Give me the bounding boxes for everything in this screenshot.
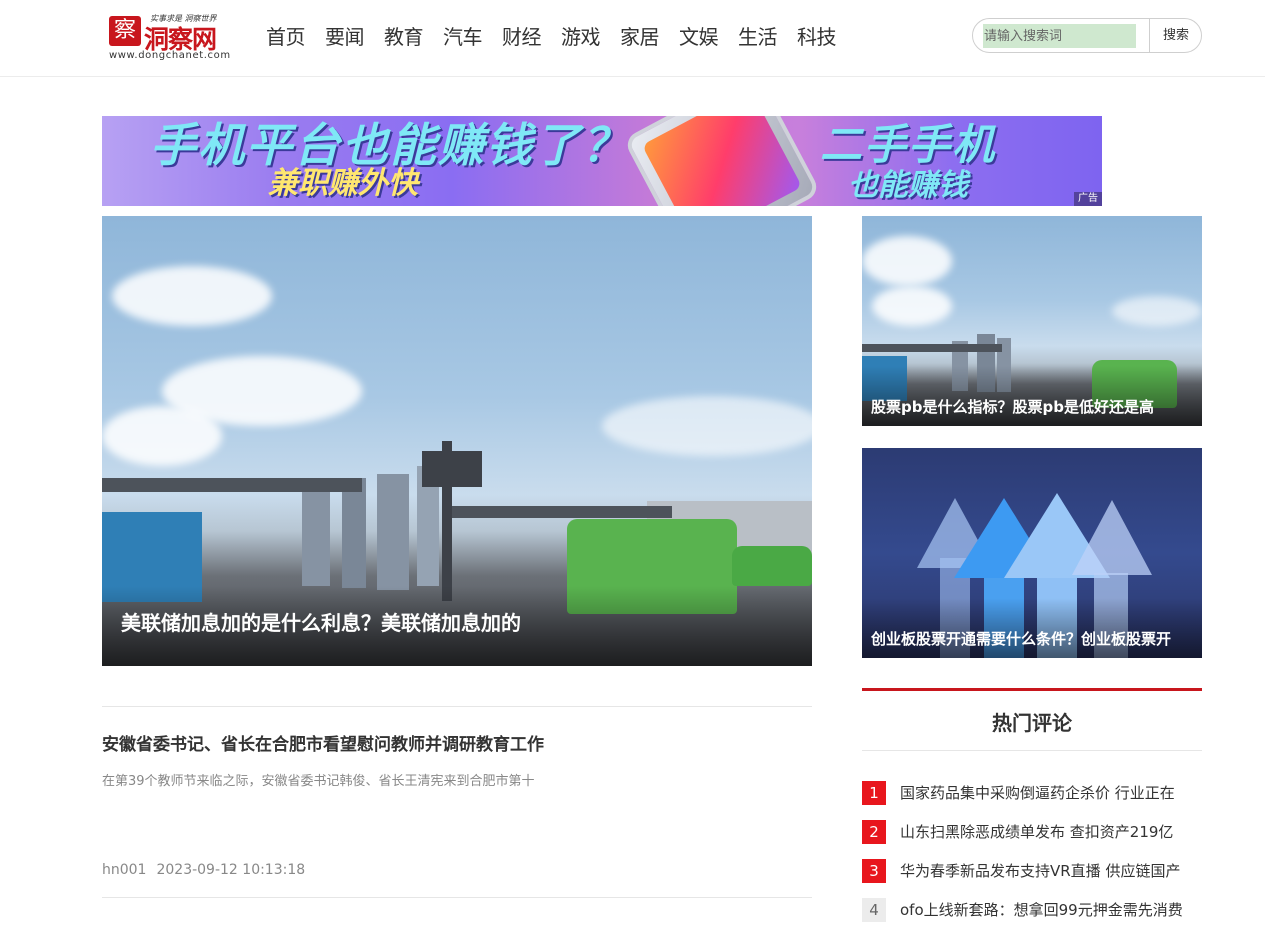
rank-badge: 2 [862, 820, 886, 844]
side-story-1[interactable]: 股票pb是什么指标？股票pb是低好还是高 [862, 216, 1202, 426]
site-header: 察 实事求是 洞察世界 洞察网 www.dongchanet.com 首页 要闻… [0, 0, 1265, 77]
hot-comments-panel: 热门评论 1 国家药品集中采购倒逼药企杀价 行业正在 2 山东扫黑除恶成绩单发布 查… [862, 688, 1202, 937]
nav-item-games[interactable]: 游戏 [561, 24, 601, 50]
cloud [602, 396, 812, 456]
main-nav: 首页 要闻 教育 汽车 财经 游戏 家居 文娱 生活 科技 [266, 24, 856, 50]
bus-shelter-roof [442, 506, 672, 518]
search-input[interactable] [983, 24, 1136, 48]
search-button[interactable]: 搜索 [1149, 19, 1201, 52]
caption-overlay [862, 366, 1202, 426]
hot-comments-list: 1 国家药品集中采购倒逼药企杀价 行业正在 2 山东扫黑除恶成绩单发布 查扣资产21… [862, 781, 1202, 937]
ad-headline-right: 二手手机 [820, 120, 997, 169]
sign-board [422, 451, 482, 487]
rank-badge: 4 [862, 898, 886, 922]
ad-subline-right: 也能赚钱 [848, 168, 968, 203]
featured-story[interactable]: 美联储加息加的是什么利息？美联储加息加的 [102, 216, 812, 666]
ad-banner[interactable]: 手机平台也能赚钱了？ 兼职赚外快 二手手机 也能赚钱 广告 [102, 116, 1102, 206]
cloud [102, 406, 222, 466]
featured-caption: 美联储加息加的是什么利息？美联储加息加的 [121, 611, 521, 635]
caption-overlay [862, 598, 1202, 658]
divider [102, 897, 812, 898]
rank-badge: 1 [862, 781, 886, 805]
nav-item-home-living[interactable]: 家居 [620, 24, 660, 50]
ad-tag: 广告 [1074, 192, 1102, 206]
building [377, 474, 409, 590]
logo-url: www.dongchanet.com [109, 50, 231, 61]
article-author[interactable]: hn001 [102, 862, 146, 878]
nav-item-education[interactable]: 教育 [384, 24, 424, 50]
bus [732, 546, 812, 586]
list-item-text[interactable]: ofo上线新套路：想拿回99元押金需先消费 [900, 898, 1183, 922]
side-caption-1: 股票pb是什么指标？股票pb是低好还是高 [871, 398, 1154, 416]
rank-badge: 3 [862, 859, 886, 883]
list-item[interactable]: 1 国家药品集中采购倒逼药企杀价 行业正在 [862, 781, 1202, 820]
nav-item-tech[interactable]: 科技 [797, 24, 837, 50]
ad-headline: 手机平台也能赚钱了？ [150, 118, 630, 172]
nav-item-entertainment[interactable]: 文娱 [679, 24, 719, 50]
side-story-2[interactable]: 创业板股票开通需要什么条件？创业板股票开 [862, 448, 1202, 658]
article-meta: hn001 2023-09-12 10:13:18 [102, 860, 315, 880]
search-box: 搜索 [972, 18, 1202, 53]
article-title[interactable]: 安徽省委书记、省长在合肥市看望慰问教师并调研教育工作 [102, 733, 544, 757]
building [302, 486, 330, 586]
list-item[interactable]: 3 华为春季新品发布支持VR直播 供应链国产 [862, 859, 1202, 898]
building [342, 478, 366, 588]
article-time: 2023-09-12 10:13:18 [156, 862, 306, 878]
nav-item-auto[interactable]: 汽车 [443, 24, 483, 50]
bus-shelter-roof [862, 344, 1002, 352]
arrow-up-icon [1072, 500, 1152, 575]
nav-item-life[interactable]: 生活 [738, 24, 778, 50]
list-item-text[interactable]: 华为春季新品发布支持VR直播 供应链国产 [900, 859, 1180, 883]
cloud [862, 236, 952, 286]
article-summary: 在第39个教师节来临之际，安徽省委书记韩俊、省长王清宪来到合肥市第十 [102, 774, 535, 789]
phone-image [622, 116, 822, 206]
cloud [1112, 296, 1202, 326]
site-logo[interactable]: 察 实事求是 洞察世界 洞察网 www.dongchanet.com [108, 14, 232, 62]
list-item[interactable]: 4 ofo上线新套路：想拿回99元押金需先消费 [862, 898, 1202, 937]
nav-item-finance[interactable]: 财经 [502, 24, 542, 50]
logo-seal: 察 [109, 16, 141, 46]
list-item[interactable]: 2 山东扫黑除恶成绩单发布 查扣资产219亿 [862, 820, 1202, 859]
list-item-text[interactable]: 山东扫黑除恶成绩单发布 查扣资产219亿 [900, 820, 1173, 844]
bus-shelter-roof [102, 478, 362, 492]
cloud [872, 286, 952, 326]
ad-subline: 兼职赚外快 [268, 166, 418, 201]
side-caption-2: 创业板股票开通需要什么条件？创业板股票开 [871, 630, 1172, 648]
logo-slogan: 实事求是 洞察世界 [150, 14, 217, 23]
nav-item-home[interactable]: 首页 [266, 24, 306, 50]
list-item-text[interactable]: 国家药品集中采购倒逼药企杀价 行业正在 [900, 781, 1175, 805]
cloud [112, 266, 272, 326]
divider [102, 706, 812, 707]
hot-comments-title: 热门评论 [862, 691, 1202, 751]
nav-item-news[interactable]: 要闻 [325, 24, 365, 50]
